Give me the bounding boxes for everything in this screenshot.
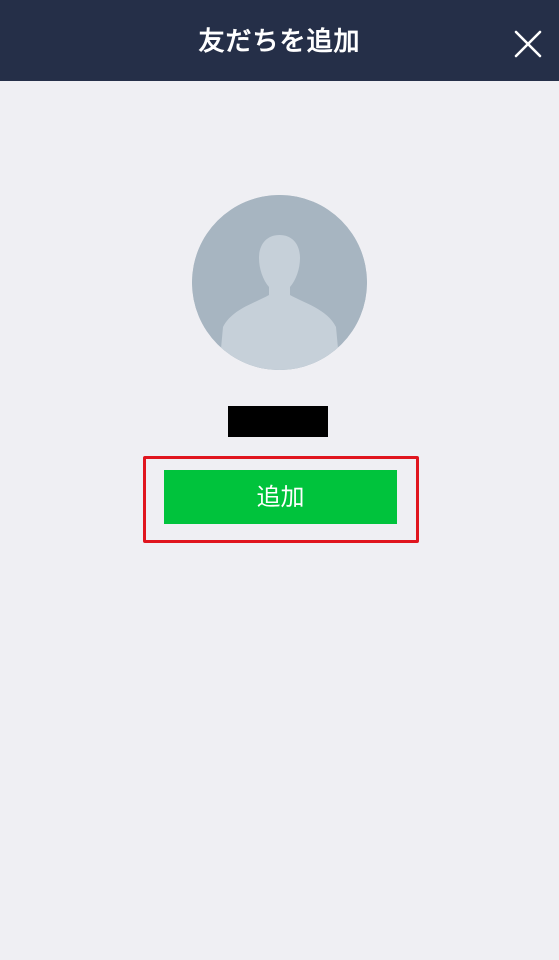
avatar (192, 195, 367, 370)
page-title: 友だちを追加 (198, 27, 361, 57)
close-icon (514, 30, 542, 58)
profile-content: 追加 (0, 81, 559, 960)
header-bar: 友だちを追加 (0, 0, 559, 81)
default-person-silhouette-icon (192, 195, 367, 370)
add-friend-button[interactable]: 追加 (164, 470, 397, 524)
close-button[interactable] (506, 22, 550, 66)
redacted-user-name (228, 406, 328, 437)
